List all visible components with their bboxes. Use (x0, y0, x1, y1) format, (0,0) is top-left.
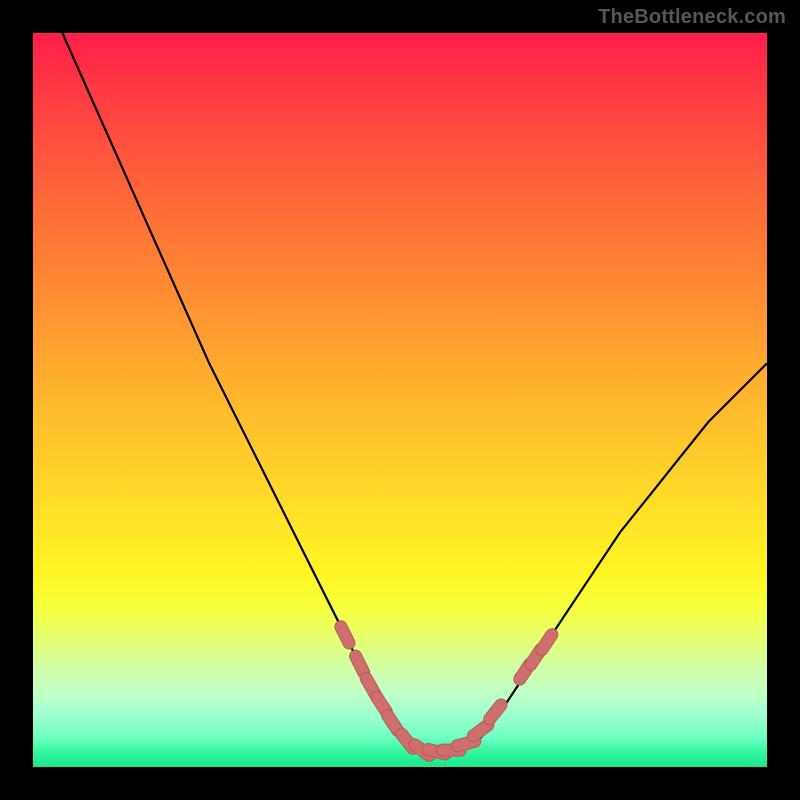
curve-layer (33, 33, 767, 767)
watermark-text: TheBottleneck.com (598, 6, 786, 29)
chart-frame: TheBottleneck.com (0, 0, 800, 800)
bottleneck-curve (62, 33, 767, 752)
plot-area (33, 33, 767, 767)
curve-marker (356, 656, 364, 672)
curve-marker (341, 627, 349, 643)
marker-group (341, 627, 552, 756)
